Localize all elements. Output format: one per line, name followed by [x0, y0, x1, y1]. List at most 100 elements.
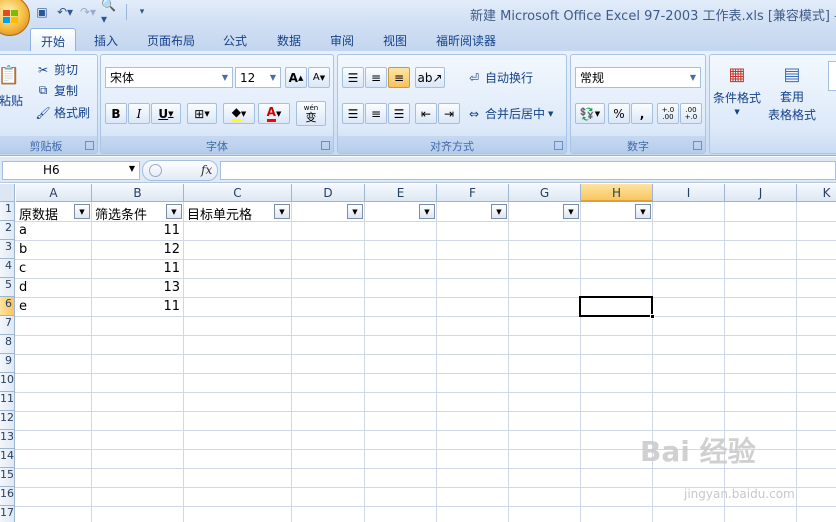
align-center-button[interactable]: ≡: [365, 103, 387, 124]
row-header-12[interactable]: 12: [0, 411, 15, 430]
format-painter-button[interactable]: 🖌 格式刷: [35, 104, 90, 121]
align-middle-button[interactable]: ≡: [365, 67, 387, 88]
filter-dropdown-icon[interactable]: ▼: [74, 204, 90, 219]
row-header-5[interactable]: 5: [0, 278, 15, 297]
customize-qat-icon[interactable]: ▾: [132, 3, 152, 21]
header-cell-b[interactable]: 筛选条件: [92, 203, 150, 223]
cut-button[interactable]: ✂ 剪切: [35, 61, 78, 78]
increase-indent-button[interactable]: ⇥: [438, 103, 460, 124]
data-cell-b[interactable]: 11: [92, 298, 183, 317]
row-header-16[interactable]: 16: [0, 487, 15, 506]
grow-font-button[interactable]: A ▲: [285, 67, 307, 88]
cancel-icon[interactable]: [149, 164, 162, 177]
column-header-f[interactable]: F: [437, 184, 509, 202]
data-cell-a[interactable]: b: [16, 241, 92, 260]
tab-view[interactable]: 视图: [375, 28, 415, 51]
clipboard-launcher-icon[interactable]: [85, 141, 94, 150]
data-cell-b[interactable]: 11: [92, 260, 183, 279]
active-cell-selection[interactable]: [579, 296, 655, 319]
row-header-10[interactable]: 10: [0, 373, 15, 392]
filter-dropdown-icon[interactable]: ▼: [166, 204, 182, 219]
filter-dropdown-icon[interactable]: ▼: [274, 204, 290, 219]
row-header-6[interactable]: 6: [0, 297, 15, 316]
save-icon[interactable]: ▣: [32, 3, 52, 21]
filter-dropdown-icon[interactable]: ▼: [563, 204, 579, 219]
italic-button[interactable]: I: [128, 103, 150, 124]
shrink-font-button[interactable]: A ▼: [308, 67, 330, 88]
tab-insert[interactable]: 插入: [86, 28, 126, 51]
align-left-button[interactable]: ☰: [342, 103, 364, 124]
name-box[interactable]: H6 ▼: [2, 161, 140, 180]
data-cell-a[interactable]: e: [16, 298, 92, 317]
fill-handle[interactable]: [650, 314, 655, 319]
tab-page-layout[interactable]: 页面布局: [140, 28, 202, 51]
comma-button[interactable]: ,: [631, 103, 653, 124]
tab-review[interactable]: 审阅: [322, 28, 362, 51]
header-cell-c[interactable]: 目标单元格: [184, 203, 255, 223]
data-cell-b[interactable]: 12: [92, 241, 183, 260]
font-launcher-icon[interactable]: [321, 141, 330, 150]
column-header-b[interactable]: B: [92, 184, 184, 202]
format-as-table-button[interactable]: ▤ 套用 表格格式: [768, 61, 816, 123]
underline-button[interactable]: U ▼: [151, 103, 181, 124]
row-header-9[interactable]: 9: [0, 354, 15, 373]
merge-center-button[interactable]: ⇔ 合并后居中 ▼: [466, 105, 553, 122]
tab-data[interactable]: 数据: [269, 28, 309, 51]
data-cell-b[interactable]: 13: [92, 279, 183, 298]
decrease-decimal-button[interactable]: .00 +.0: [680, 103, 702, 124]
filter-dropdown-icon[interactable]: ▼: [491, 204, 507, 219]
number-launcher-icon[interactable]: [693, 141, 702, 150]
filter-dropdown-icon[interactable]: ▼: [635, 204, 651, 219]
formula-input[interactable]: [220, 161, 836, 180]
row-header-4[interactable]: 4: [0, 259, 15, 278]
column-header-c[interactable]: C: [184, 184, 292, 202]
column-header-j[interactable]: J: [725, 184, 797, 202]
print-preview-icon[interactable]: 🔍▾: [101, 0, 121, 26]
select-all-button[interactable]: [0, 184, 15, 202]
filter-dropdown-icon[interactable]: ▼: [347, 204, 363, 219]
header-cell-a[interactable]: 原数据: [16, 203, 61, 223]
font-name-select[interactable]: 宋体 ▼: [105, 67, 233, 88]
copy-button[interactable]: ⧉ 复制: [35, 82, 78, 99]
data-cell-a[interactable]: a: [16, 222, 92, 241]
number-format-select[interactable]: 常规 ▼: [575, 67, 701, 88]
bold-button[interactable]: B: [105, 103, 127, 124]
row-header-15[interactable]: 15: [0, 468, 15, 487]
percent-button[interactable]: %: [608, 103, 630, 124]
undo-icon[interactable]: ↶▾: [55, 3, 75, 21]
conditional-format-button[interactable]: ▦ 条件格式 ▼: [713, 61, 761, 117]
data-cell-a[interactable]: d: [16, 279, 92, 298]
column-header-a[interactable]: A: [16, 184, 92, 202]
data-cell-b[interactable]: 11: [92, 222, 183, 241]
row-header-7[interactable]: 7: [0, 316, 15, 335]
tab-formulas[interactable]: 公式: [215, 28, 255, 51]
align-right-button[interactable]: ☰: [388, 103, 410, 124]
column-header-i[interactable]: I: [653, 184, 725, 202]
font-color-button[interactable]: A ▼: [258, 103, 290, 124]
redo-icon[interactable]: ↷▾: [78, 3, 98, 21]
filter-dropdown-icon[interactable]: ▼: [419, 204, 435, 219]
align-top-button[interactable]: ☰: [342, 67, 364, 88]
align-bottom-button[interactable]: ≡: [388, 67, 410, 88]
paste-button[interactable]: 📋 粘贴: [0, 61, 23, 109]
column-header-e[interactable]: E: [365, 184, 437, 202]
row-header-2[interactable]: 2: [0, 221, 15, 240]
row-header-13[interactable]: 13: [0, 430, 15, 449]
cell-styles-button[interactable]: [828, 61, 836, 91]
increase-decimal-button[interactable]: +.0 .00: [657, 103, 679, 124]
column-header-h[interactable]: H: [581, 184, 653, 202]
insert-function-button[interactable]: fx: [201, 163, 212, 177]
borders-button[interactable]: ⊞ ▼: [187, 103, 217, 124]
wrap-text-button[interactable]: ⏎ 自动换行: [466, 69, 533, 86]
alignment-launcher-icon[interactable]: [554, 141, 563, 150]
phonetic-button[interactable]: wén 变: [296, 101, 326, 126]
fill-color-button[interactable]: ◆ ▼: [223, 103, 255, 124]
accounting-format-button[interactable]: 💱 ▼: [575, 103, 605, 124]
column-header-k[interactable]: K: [797, 184, 836, 202]
orientation-button[interactable]: ab↗: [415, 67, 445, 88]
row-header-1[interactable]: 1: [0, 202, 15, 221]
column-header-g[interactable]: G: [509, 184, 581, 202]
data-cell-a[interactable]: c: [16, 260, 92, 279]
row-header-8[interactable]: 8: [0, 335, 15, 354]
font-size-select[interactable]: 12 ▼: [235, 67, 281, 88]
